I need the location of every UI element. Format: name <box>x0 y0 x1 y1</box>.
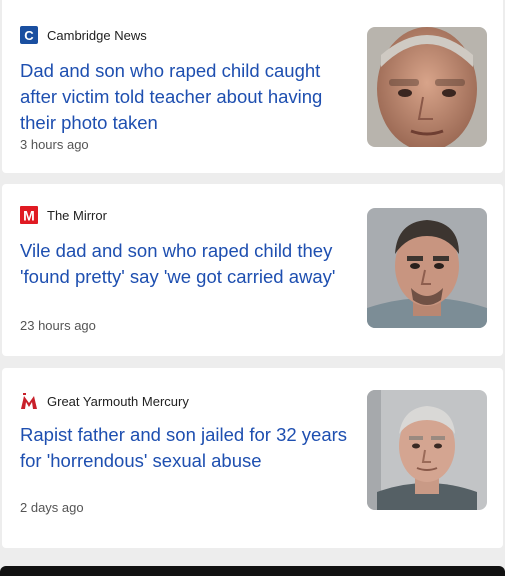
news-source: Great Yarmouth Mercury <box>20 392 189 410</box>
great-yarmouth-mercury-logo-icon <box>21 393 37 409</box>
source-name: The Mirror <box>47 207 107 223</box>
news-card[interactable]: C Cambridge News Dad and son who raped c… <box>2 0 503 173</box>
source-name: Great Yarmouth Mercury <box>47 393 189 409</box>
news-card[interactable]: M The Mirror Vile dad and son who raped … <box>2 184 503 356</box>
source-name: Cambridge News <box>47 27 147 43</box>
mugshot-image <box>367 27 487 147</box>
news-source: M The Mirror <box>20 206 107 224</box>
article-thumbnail[interactable] <box>367 208 487 328</box>
svg-text:C: C <box>24 28 34 43</box>
bottom-edge <box>0 566 505 576</box>
article-timestamp: 2 days ago <box>20 500 84 515</box>
article-headline[interactable]: Dad and son who raped child caught after… <box>20 58 350 136</box>
news-card[interactable]: Great Yarmouth Mercury Rapist father and… <box>2 368 503 548</box>
news-source: C Cambridge News <box>20 26 147 44</box>
article-headline[interactable]: Vile dad and son who raped child they 'f… <box>20 238 350 290</box>
article-timestamp: 23 hours ago <box>20 318 96 333</box>
svg-text:M: M <box>23 208 35 224</box>
article-thumbnail[interactable] <box>367 27 487 147</box>
cambridge-news-logo-icon: C <box>20 26 38 44</box>
news-feed: C Cambridge News Dad and son who raped c… <box>0 0 505 576</box>
mugshot-image <box>367 208 487 328</box>
mugshot-image <box>367 390 487 510</box>
article-headline[interactable]: Rapist father and son jailed for 32 year… <box>20 422 350 474</box>
the-mirror-logo-icon: M <box>20 206 38 224</box>
article-thumbnail[interactable] <box>367 390 487 510</box>
article-timestamp: 3 hours ago <box>20 137 89 152</box>
